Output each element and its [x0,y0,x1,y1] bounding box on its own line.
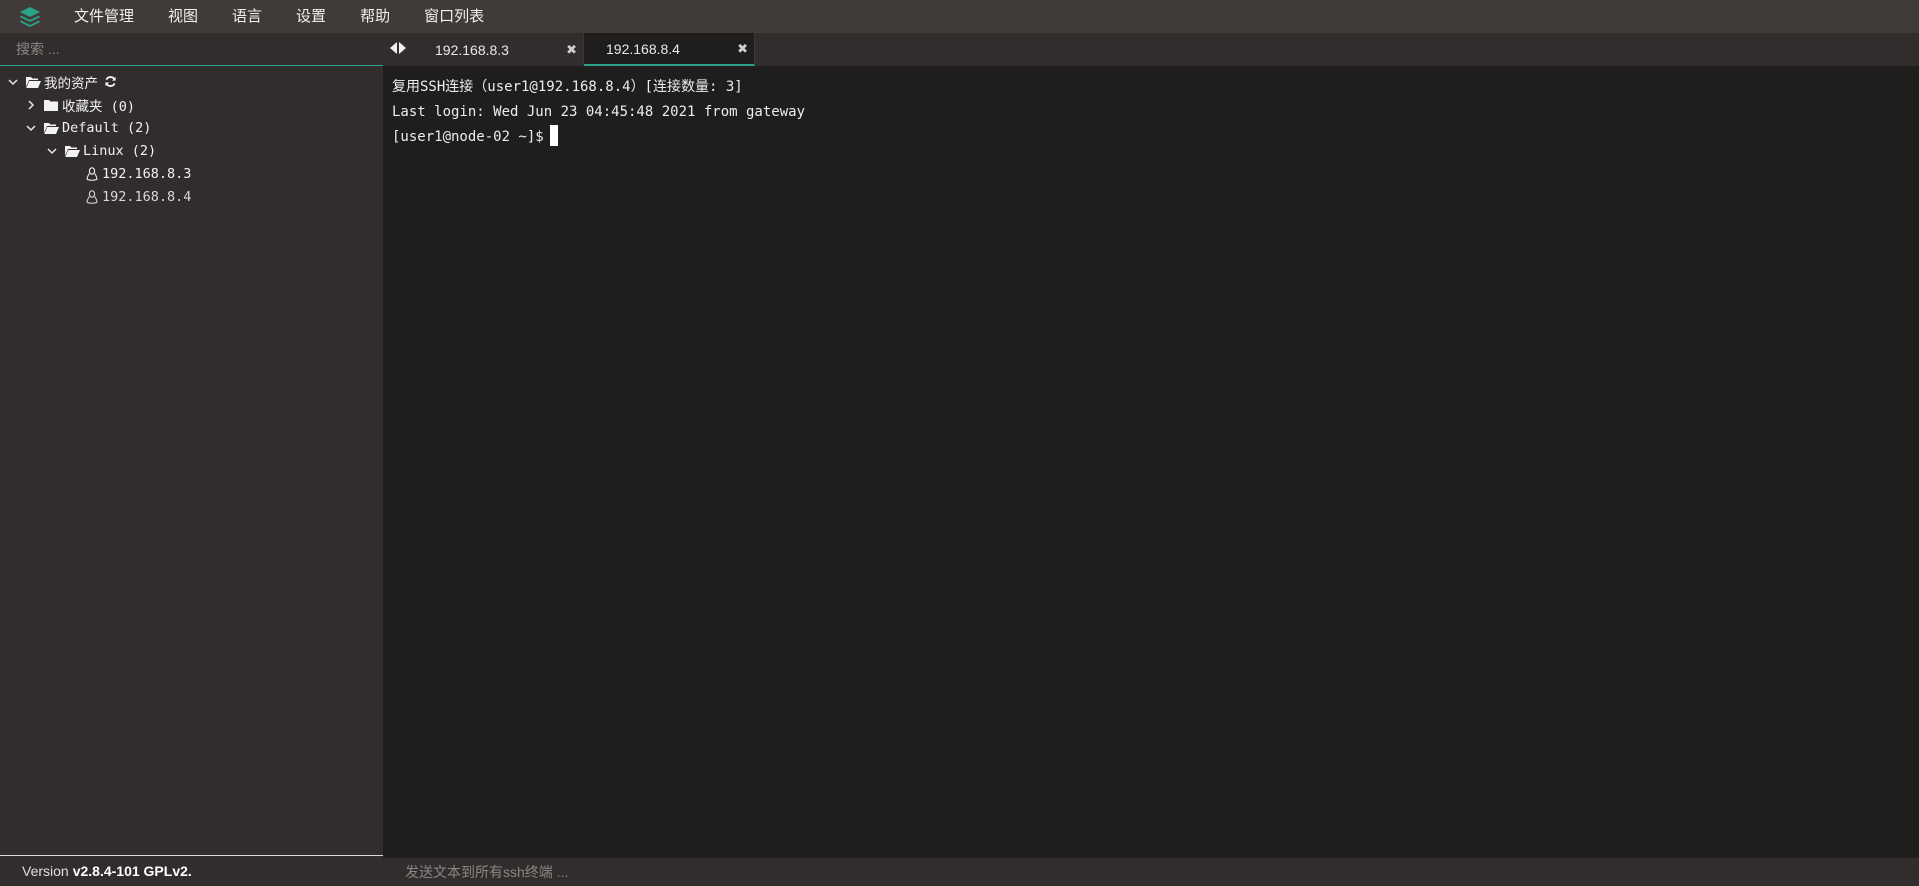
refresh-icon[interactable] [104,75,117,88]
menu-file-manager[interactable]: 文件管理 [60,0,151,33]
terminal-line: Last login: Wed Jun 23 04:45:48 2021 fro… [392,104,806,120]
tree-node-linux[interactable]: Linux (2) [0,139,383,162]
tree-node-label: 我的资产 [44,75,98,92]
terminal-pane[interactable]: 复用SSH连接（user1@192.168.8.4）[连接数量: 3] Last… [383,66,1919,858]
folder-open-icon [65,144,81,157]
tab-192-168-8-4[interactable]: 192.168.8.4 ✖ [584,33,755,66]
menu-settings[interactable]: 设置 [279,0,343,33]
tree-node-label: Default (2) [62,119,152,136]
folder-open-icon [44,121,60,134]
chevron-down-icon[interactable] [6,77,20,87]
tree-host-label: 192.168.8.3 [102,165,192,182]
terminal-prompt: [user1@node-02 ~]$ [392,129,544,145]
search-box [0,33,383,66]
tab-bar: 192.168.8.3 ✖ 192.168.8.4 ✖ [383,33,1919,66]
terminal-cursor [549,125,558,146]
terminal-prompt-line: [user1@node-02 ~]$ [392,125,1910,150]
tree-node-favorites[interactable]: 收藏夹 (0) [0,93,383,116]
tree-node-my-assets[interactable]: 我的资产 [0,70,383,93]
linux-penguin-icon [86,189,100,204]
version-value: v2.8.4-101 GPLv2. [72,863,192,879]
chevron-down-icon[interactable] [45,146,59,156]
linux-penguin-icon [86,166,100,181]
caret-right-icon[interactable] [399,41,406,59]
broadcast-bar [383,858,1919,886]
asset-tree: 我的资产 收藏夹 (0) Default (2) Linux (2) 192.1… [0,66,383,208]
folder-icon [44,98,60,111]
layers-logo-icon [20,6,40,27]
tab-scroll-nav [383,33,413,66]
menu-help[interactable]: 帮助 [343,0,407,33]
menu-view[interactable]: 视图 [151,0,215,33]
chevron-right-icon[interactable] [24,99,38,110]
tab-label: 192.168.8.4 [606,40,680,57]
tree-node-default[interactable]: Default (2) [0,116,383,139]
tab-192-168-8-3[interactable]: 192.168.8.3 ✖ [413,33,584,66]
menu-window-list[interactable]: 窗口列表 [407,0,501,33]
chevron-down-icon[interactable] [24,123,38,133]
terminal-line: 复用SSH连接（user1@192.168.8.4）[连接数量: 3] [392,79,743,95]
app-logo[interactable] [0,0,60,33]
tree-host-label: 192.168.8.4 [102,188,192,205]
menu-bar: 文件管理 视图 语言 设置 帮助 窗口列表 [0,0,1919,33]
caret-left-icon[interactable] [390,41,397,59]
version-info: Version v2.8.4-101 GPLv2. [0,855,383,886]
broadcast-input[interactable] [403,860,1803,884]
tree-node-label: Linux (2) [83,142,157,159]
asset-sidebar: 我的资产 收藏夹 (0) Default (2) [0,33,383,855]
folder-open-icon [26,75,42,88]
tab-label: 192.168.8.3 [435,41,509,58]
tree-node-label: 收藏夹 (0) [62,98,136,115]
search-input[interactable] [14,36,374,62]
tree-host-192-168-8-4[interactable]: 192.168.8.4 [0,185,383,208]
version-prefix: Version [22,863,69,879]
close-icon[interactable]: ✖ [566,42,577,58]
menu-language[interactable]: 语言 [215,0,279,33]
close-icon[interactable]: ✖ [737,41,748,57]
tree-host-192-168-8-3[interactable]: 192.168.8.3 [0,162,383,185]
